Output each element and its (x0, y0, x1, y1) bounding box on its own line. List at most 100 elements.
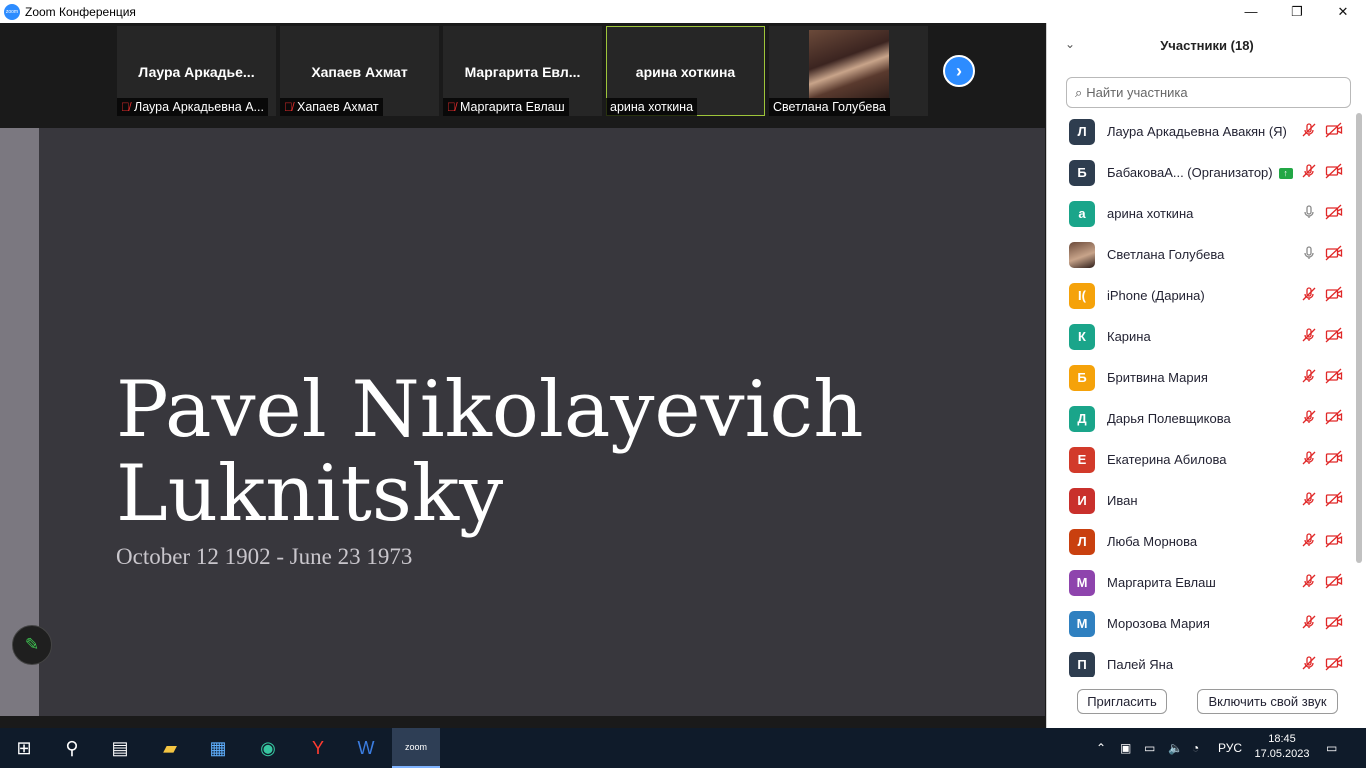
taskbar-clock[interactable]: 18:45 17.05.2023 (1252, 732, 1312, 762)
participant-row[interactable]: Светлана Голубева (1047, 234, 1355, 275)
participant-row[interactable]: К Карина (1047, 316, 1355, 357)
notifications-icon[interactable]: ▭ (1326, 728, 1337, 768)
mic-muted-icon[interactable] (1301, 163, 1317, 182)
avatar: К (1069, 323, 1095, 350)
battery-icon[interactable]: ▭ (1144, 728, 1155, 768)
participant-row[interactable]: И Иван (1047, 480, 1355, 521)
mic-muted-icon[interactable] (1301, 491, 1317, 510)
camera-off-icon[interactable] (1325, 327, 1343, 346)
video-tile-active-speaker[interactable]: арина хоткина арина хоткина (606, 26, 765, 116)
avatar: Б (1069, 364, 1095, 391)
camera-off-icon[interactable] (1325, 204, 1343, 223)
chevron-up-icon[interactable]: ⌃ (1096, 728, 1106, 768)
camera-off-icon[interactable] (1325, 409, 1343, 428)
mic-icon[interactable] (1301, 204, 1317, 223)
camera-off-icon[interactable] (1325, 614, 1343, 633)
avatar: М (1069, 569, 1095, 596)
word-icon[interactable]: W (342, 728, 390, 768)
participant-row[interactable]: Д Дарья Полевщикова (1047, 398, 1355, 439)
video-tile[interactable]: Светлана Голубева (769, 26, 928, 116)
share-badge-icon: ↑ (1278, 168, 1293, 180)
tile-label-text: Светлана Голубева (773, 100, 886, 114)
participant-name: БабаковаА... (Организатор) ↑ (1107, 165, 1293, 180)
network-icon[interactable]: ◔ (1192, 728, 1199, 768)
mic-muted-icon[interactable] (1301, 286, 1317, 305)
video-tile[interactable]: Лаура Аркадье... 🎙̸ Лаура Аркадьевна А... (117, 26, 276, 116)
participant-name: Дарья Полевщикова (1107, 411, 1231, 426)
search-icon[interactable]: ⚲ (48, 728, 96, 768)
video-tile[interactable]: Маргарита Евл... 🎙̸ Маргарита Евлаш (443, 26, 602, 116)
participant-row[interactable]: а арина хоткина (1047, 193, 1355, 234)
participant-search[interactable]: ⌕ (1066, 77, 1351, 108)
participant-row[interactable]: Л Лаура Аркадьевна Авакян (Я) (1047, 111, 1355, 152)
participant-row[interactable]: М Морозова Мария (1047, 603, 1355, 644)
video-gallery-strip: Лаура Аркадье... 🎙̸ Лаура Аркадьевна А...… (0, 23, 1046, 128)
mic-muted-icon[interactable] (1301, 532, 1317, 551)
mic-muted-icon[interactable] (1301, 122, 1317, 141)
mic-muted-icon[interactable] (1301, 573, 1317, 592)
participant-row[interactable]: Л Люба Морнова (1047, 521, 1355, 562)
invite-button[interactable]: Пригласить (1077, 689, 1167, 714)
participants-panel: ⌄ Участники (18) ⌕ ЛЛаура Аркадьевна Ава… (1046, 23, 1366, 728)
tile-name: Хапаев Ахмат (311, 64, 408, 80)
meet-now-icon[interactable]: ▣ (1120, 728, 1131, 768)
mic-muted-icon[interactable] (1301, 450, 1317, 469)
yandex-browser-icon[interactable]: Y (294, 728, 342, 768)
participant-row[interactable]: Б БабаковаА... (Организатор) ↑ (1047, 152, 1355, 193)
pencil-icon: ✎ (24, 635, 40, 654)
camera-off-icon[interactable] (1325, 450, 1343, 469)
tile-label-text: Маргарита Евлаш (460, 100, 565, 114)
avatar: Д (1069, 405, 1095, 432)
participant-name: Светлана Голубева (1107, 247, 1224, 262)
clock-date: 17.05.2023 (1254, 748, 1310, 760)
avatar: И (1069, 487, 1095, 514)
minimize-button[interactable]: — (1228, 0, 1274, 23)
participant-name: Люба Морнова (1107, 534, 1197, 549)
mic-muted-icon[interactable] (1301, 614, 1317, 633)
participant-row[interactable]: П Палей Яна (1047, 644, 1355, 677)
camera-off-icon[interactable] (1325, 122, 1343, 141)
participant-name-text: БабаковаА... (Организатор) (1107, 165, 1273, 180)
camera-off-icon[interactable] (1325, 368, 1343, 387)
mic-muted-icon[interactable] (1301, 409, 1317, 428)
participant-row[interactable]: М Маргарита Евлаш (1047, 562, 1355, 603)
participant-name: Маргарита Евлаш (1107, 575, 1216, 590)
maximize-button[interactable]: ❐ (1274, 0, 1320, 23)
annotate-button[interactable]: ✎ (12, 625, 52, 665)
language-indicator[interactable]: РУС (1218, 728, 1242, 768)
camera-off-icon[interactable] (1325, 245, 1343, 264)
next-page-button[interactable]: › (943, 55, 975, 87)
close-button[interactable]: ✕ (1320, 0, 1366, 23)
participant-list-scrollbar[interactable] (1356, 113, 1362, 563)
mic-muted-icon: 🎙̸ (447, 100, 456, 114)
tile-label: 🎙̸ Маргарита Евлаш (443, 98, 569, 116)
chevron-right-icon: › (956, 60, 962, 81)
participant-name-text: Маргарита Евлаш (1107, 575, 1216, 590)
file-explorer-icon[interactable]: ▰ (146, 728, 194, 768)
camera-off-icon[interactable] (1325, 655, 1343, 674)
participant-row[interactable]: Б Бритвина Мария (1047, 357, 1355, 398)
panel-title: Участники (18) (1160, 38, 1254, 53)
edge-browser-icon[interactable]: ◉ (244, 728, 292, 768)
camera-off-icon[interactable] (1325, 573, 1343, 592)
participant-row[interactable]: Е Екатерина Абилова (1047, 439, 1355, 480)
camera-off-icon[interactable] (1325, 286, 1343, 305)
volume-icon[interactable]: 🔈 (1168, 728, 1183, 768)
video-tile[interactable]: Хапаев Ахмат 🎙̸ Хапаев Ахмат (280, 26, 439, 116)
camera-off-icon[interactable] (1325, 491, 1343, 510)
store-icon[interactable]: ▦ (194, 728, 242, 768)
mic-muted-icon[interactable] (1301, 327, 1317, 346)
zoom-taskbar-icon[interactable]: zoom (392, 728, 440, 768)
participant-name-text: Карина (1107, 329, 1151, 344)
participant-name: Палей Яна (1107, 657, 1173, 672)
mic-icon[interactable] (1301, 245, 1317, 264)
windows-start-icon[interactable]: ⊞ (0, 728, 48, 768)
mic-muted-icon[interactable] (1301, 368, 1317, 387)
mic-muted-icon[interactable] (1301, 655, 1317, 674)
camera-off-icon[interactable] (1325, 163, 1343, 182)
participant-row[interactable]: I(iPhone (Дарина) (1047, 275, 1355, 316)
camera-off-icon[interactable] (1325, 532, 1343, 551)
search-input[interactable] (1086, 85, 1337, 100)
task-view-icon[interactable]: ▤ (96, 728, 144, 768)
unmute-me-button[interactable]: Включить свой звук (1197, 689, 1338, 714)
